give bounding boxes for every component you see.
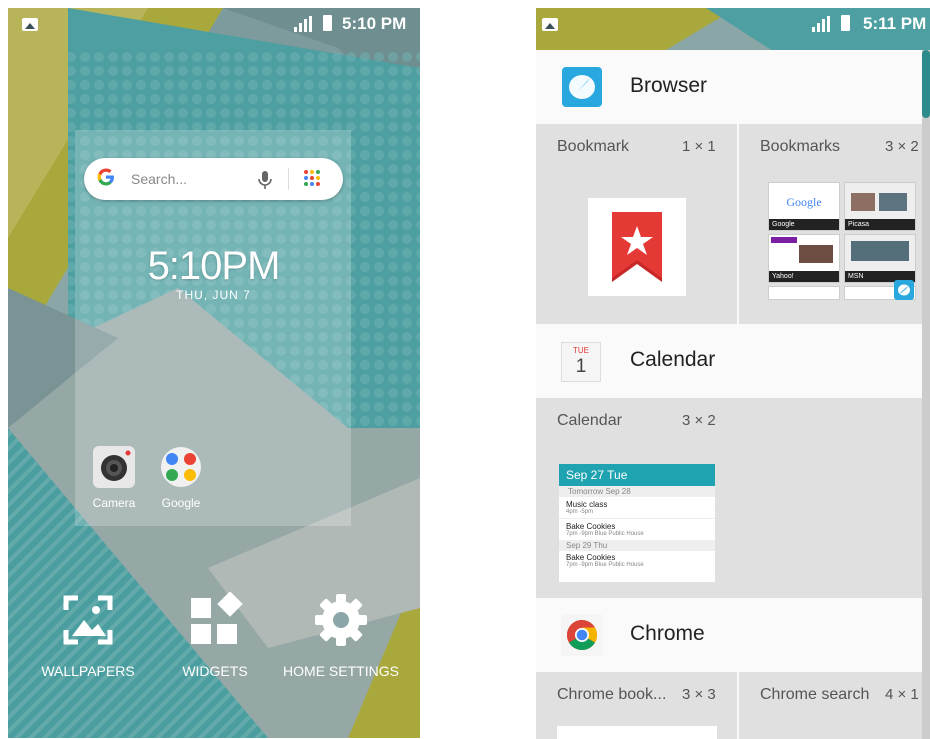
app-header-calendar: TUE 1 Calendar [536, 324, 922, 398]
home-screen-edit-mode: 5:10 PM Search... 5:10PM THU, JUN 7 Came… [8, 8, 420, 738]
widget-size: 1 × 1 [682, 138, 716, 155]
widget-label: Calendar [557, 412, 622, 429]
app-name-chrome: Chrome [630, 622, 705, 645]
scrollbar-thumb[interactable] [922, 50, 930, 118]
widget-bookmark[interactable]: Bookmark 1 × 1 [536, 124, 736, 324]
app-label-camera: Camera [92, 496, 136, 510]
widget-row-chrome: Chrome book... 3 × 3 Chrome search 4 × 1 [536, 672, 922, 739]
apps-grid-icon[interactable] [304, 170, 320, 186]
thumb-google: Google Google [768, 182, 840, 231]
bookmarks-widget-preview: Google Google Picasa Yahoo! MSN [766, 182, 916, 302]
gear-icon [313, 594, 369, 652]
wallpaper-icon [60, 595, 116, 652]
search-divider [288, 168, 289, 190]
app-header-chrome: Chrome [536, 598, 922, 672]
widget-bookmarks[interactable]: Bookmarks 3 × 2 Google Google Picasa Yah… [739, 124, 922, 324]
widgets-icon [187, 591, 243, 652]
widget-size: 3 × 2 [885, 138, 919, 155]
status-time: 5:11 PM [863, 14, 927, 33]
browser-icon [561, 66, 603, 113]
browser-badge-icon [894, 280, 914, 305]
widget-chrome-search[interactable]: Chrome search 4 × 1 [739, 672, 922, 739]
signal-icon [294, 16, 314, 32]
home-settings-label: HOME SETTINGS [283, 663, 399, 679]
app-name-calendar: Calendar [630, 348, 716, 371]
widget-size: 3 × 3 [682, 686, 716, 703]
google-folder-icon[interactable] [158, 444, 204, 490]
app-name-browser: Browser [630, 74, 708, 97]
calendar-widget-preview: Sep 27 Tue Tomorrow Sep 28 Music class 4… [559, 464, 715, 582]
bookmark-widget-preview [588, 198, 686, 296]
widget-calendar[interactable]: Calendar 3 × 2 Sep 27 Tue Tomorrow Sep 2… [536, 398, 922, 598]
widgets-button[interactable]: WIDGETS [160, 591, 270, 679]
wallpapers-label: WALLPAPERS [41, 663, 135, 679]
battery-icon [841, 15, 850, 31]
wallpapers-button[interactable]: WALLPAPERS [30, 592, 146, 679]
thumb-yahoo: Yahoo! [768, 234, 840, 283]
microphone-icon[interactable] [255, 169, 275, 191]
status-bar: 5:11 PM [536, 8, 930, 40]
widget-chrome-bookmarks[interactable]: Chrome book... 3 × 3 [536, 672, 736, 739]
widget-row-calendar: Calendar 3 × 2 Sep 27 Tue Tomorrow Sep 2… [536, 398, 922, 598]
scrollbar-track[interactable] [922, 50, 930, 739]
clock-time[interactable]: 5:10PM [84, 244, 343, 289]
google-g-icon [96, 167, 116, 193]
widget-size: 4 × 1 [885, 686, 919, 703]
chrome-bookmarks-preview [557, 726, 717, 739]
image-notification-icon [542, 18, 558, 31]
widget-picker-screen: 5:11 PM Browser Bookmark 1 × 1 Bookmarks… [536, 8, 930, 739]
thumb-msn: MSN [844, 234, 916, 283]
bookmark-ribbon-icon [612, 212, 662, 282]
google-search-bar[interactable]: Search... [84, 158, 343, 200]
image-notification-icon [22, 18, 38, 31]
battery-icon [323, 15, 332, 31]
camera-icon[interactable] [91, 444, 137, 490]
widget-label: Bookmark [557, 138, 630, 155]
thumb-picasa: Picasa [844, 182, 916, 231]
signal-icon [812, 16, 832, 32]
clock-date: THU, JUN 7 [176, 288, 251, 302]
app-header-browser: Browser [536, 50, 922, 124]
app-label-google: Google [161, 496, 201, 510]
widget-list[interactable]: Browser Bookmark 1 × 1 Bookmarks 3 × 2 G… [536, 50, 922, 739]
calendar-icon: TUE 1 [561, 342, 601, 382]
status-time: 5:10 PM [342, 14, 407, 33]
search-placeholder: Search... [131, 171, 188, 187]
widgets-label: WIDGETS [182, 663, 248, 679]
widget-label: Bookmarks [760, 138, 841, 155]
status-bar: 5:10 PM [8, 8, 420, 40]
widget-size: 3 × 2 [682, 412, 716, 429]
chrome-icon [561, 614, 603, 656]
widget-row-browser: Bookmark 1 × 1 Bookmarks 3 × 2 Google Go… [536, 124, 922, 324]
home-settings-button[interactable]: HOME SETTINGS [282, 592, 400, 679]
widget-label: Chrome search [760, 686, 870, 703]
widget-label: Chrome book... [557, 686, 667, 703]
